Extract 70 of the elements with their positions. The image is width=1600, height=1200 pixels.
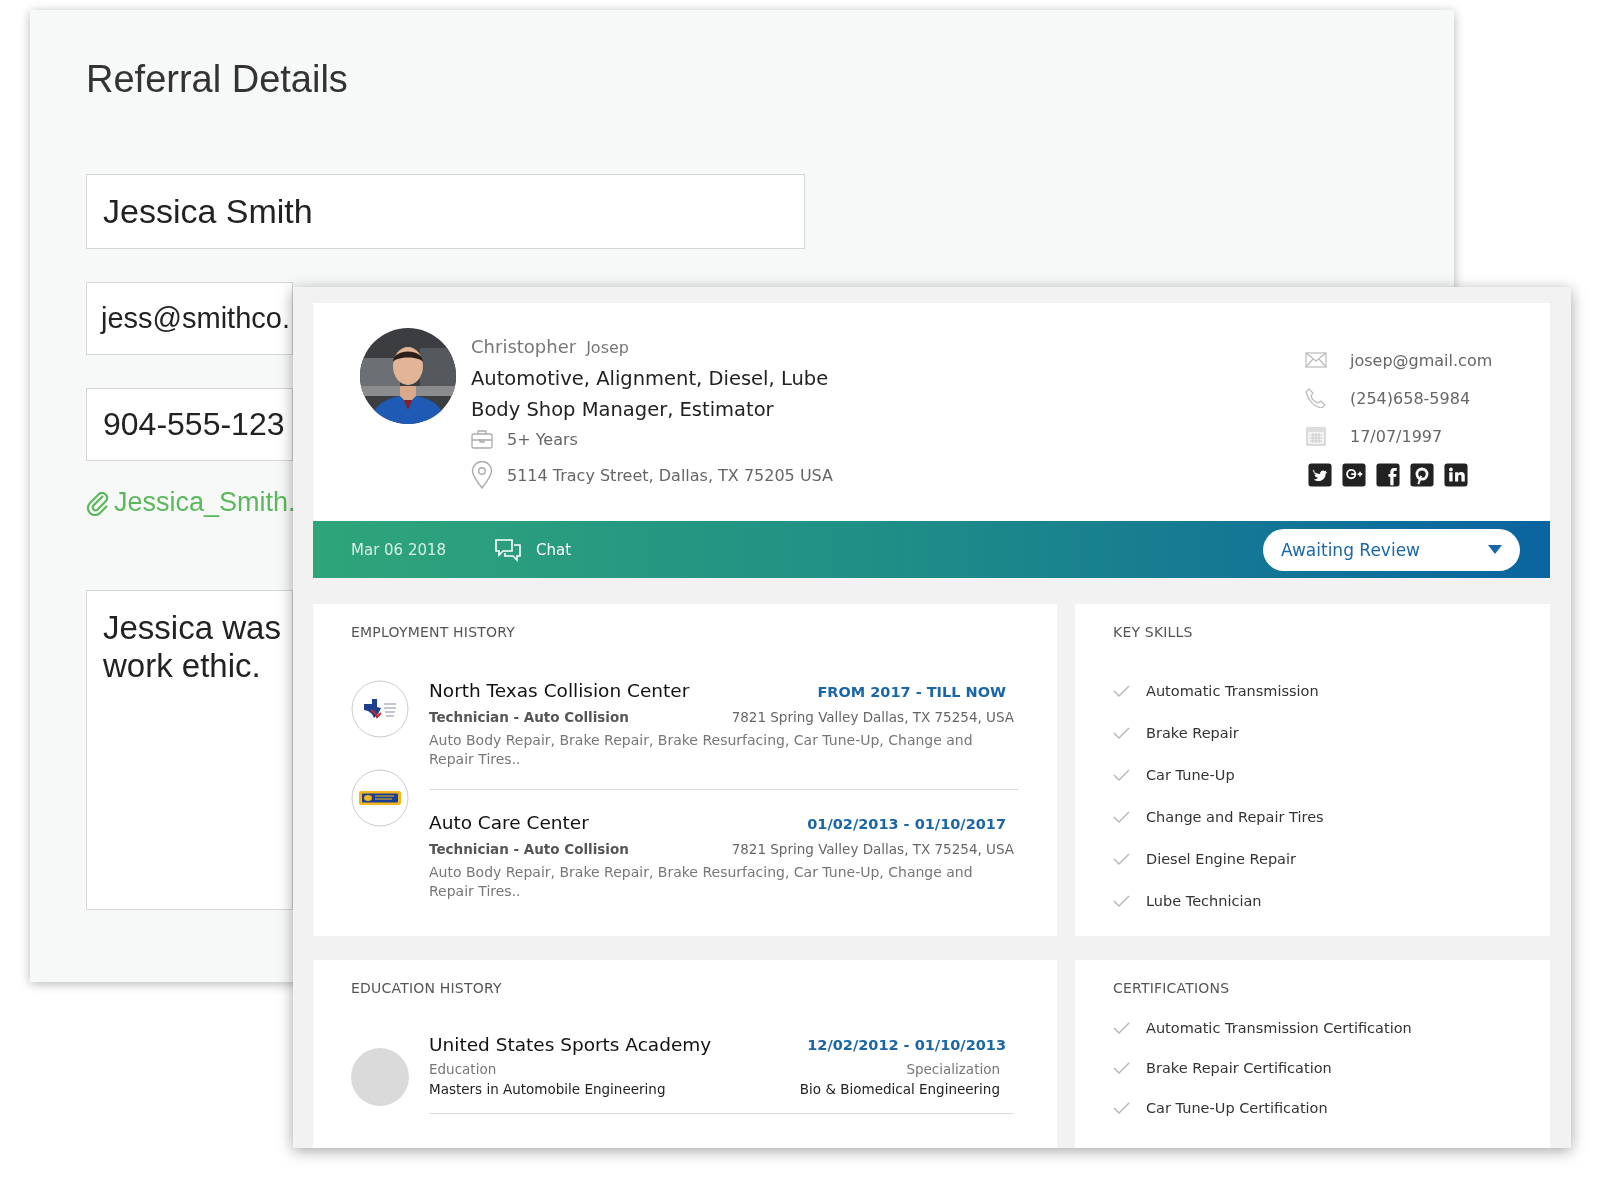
company-name: North Texas Collision Center	[429, 680, 690, 701]
briefcase-icon	[471, 429, 493, 449]
flag-logo-icon	[351, 680, 409, 738]
headline: Body Shop Manager, Estimator	[471, 397, 775, 423]
address: 5114 Tracy Street, Dallas, TX 75205 USA	[507, 465, 833, 485]
field-value: Bio & Biomedical Engineering	[799, 1081, 1000, 1097]
location-pin-icon	[471, 461, 493, 489]
company-name: Auto Care Center	[429, 812, 589, 833]
phone-icon	[1304, 388, 1328, 408]
company-address: 7821 Spring Valley Dallas, TX 75254, USA	[731, 841, 1014, 857]
caret-icon	[1488, 544, 1502, 555]
check-icon	[1113, 1022, 1130, 1034]
period: 01/02/2013 - 01/10/2017	[807, 816, 1006, 832]
name-field[interactable]: Jessica Smith	[86, 174, 805, 249]
check-icon	[1113, 853, 1130, 865]
list-item: Change and Repair Tires	[1146, 809, 1324, 825]
twitter-icon[interactable]	[1308, 463, 1332, 487]
badge-logo-icon	[351, 769, 409, 827]
list-item: Brake Repair Certification	[1146, 1060, 1332, 1076]
google-plus-icon[interactable]	[1342, 463, 1366, 487]
job-role: Technician - Auto Collision	[429, 841, 629, 857]
check-icon	[1113, 769, 1130, 781]
list-item: Diesel Engine Repair	[1146, 851, 1296, 867]
check-icon	[1113, 1102, 1130, 1114]
period: FROM 2017 - TILL NOW	[817, 684, 1006, 700]
envelope-icon	[1304, 352, 1328, 368]
list-item: Brake Repair	[1146, 725, 1239, 741]
facebook-icon[interactable]	[1376, 463, 1400, 487]
list-item: Automatic Transmission	[1146, 683, 1319, 699]
school-name: United States Sports Academy	[429, 1034, 712, 1055]
check-icon	[1113, 1062, 1130, 1074]
list-item: Automatic Transmission Certification	[1146, 1020, 1412, 1036]
linkedin-icon[interactable]	[1444, 463, 1468, 487]
job-description: Auto Body Repair, Brake Repair, Brake Resurfacing, Car Tune-Up, Change and Repair Tires..	[429, 731, 974, 769]
note-field[interactable]: Jessica was work ethic.	[86, 590, 293, 910]
check-icon	[1113, 895, 1130, 907]
check-icon	[1113, 727, 1130, 739]
first-name: Christopher	[471, 336, 577, 357]
pinterest-icon[interactable]	[1410, 463, 1434, 487]
window-title: Referral Details	[86, 60, 349, 98]
section-heading: CERTIFICATIONS	[1113, 980, 1231, 996]
field-label: Specialization	[906, 1061, 1000, 1077]
paperclip-icon	[86, 489, 110, 516]
birth-date: 17/07/1997	[1350, 426, 1443, 446]
email-field[interactable]: jess@smithco.	[86, 282, 293, 355]
calendar-icon	[1304, 426, 1328, 446]
logo-placeholder-icon	[351, 1048, 409, 1106]
chat-icon[interactable]	[494, 537, 523, 562]
list-item: Lube Technician	[1146, 893, 1262, 909]
email-link[interactable]: josep@gmail.com	[1350, 350, 1493, 370]
list-item: Car Tune-Up	[1146, 767, 1235, 783]
check-icon	[1113, 811, 1130, 823]
status-dropdown[interactable]: Awaiting Review	[1263, 528, 1520, 571]
date: Mar 06 2018	[351, 540, 447, 559]
section-heading: EDUCATION HISTORY	[351, 980, 503, 996]
section-heading: KEY SKILLS	[1113, 624, 1194, 640]
check-icon	[1113, 685, 1130, 697]
field-value: Masters in Automobile Engineering	[429, 1081, 666, 1097]
section-heading: EMPLOYMENT HISTORY	[351, 624, 516, 640]
field-label: Education	[429, 1061, 498, 1077]
job-role: Technician - Auto Collision	[429, 709, 629, 725]
period: 12/02/2012 - 01/10/2013	[807, 1036, 1006, 1053]
list-item: Car Tune-Up Certification	[1146, 1100, 1328, 1116]
phone-field[interactable]: 904-555-123	[86, 388, 293, 461]
headline: Automotive, Alignment, Diesel, Lube	[471, 366, 830, 392]
phone-number: (254)658-5984	[1350, 388, 1471, 408]
job-description: Auto Body Repair, Brake Repair, Brake Resurfacing, Car Tune-Up, Change and Repair Tires..	[429, 863, 974, 901]
company-address: 7821 Spring Valley Dallas, TX 75254, USA	[731, 709, 1014, 725]
last-name: Josep	[586, 338, 629, 357]
experience: 5+ Years	[507, 429, 578, 449]
